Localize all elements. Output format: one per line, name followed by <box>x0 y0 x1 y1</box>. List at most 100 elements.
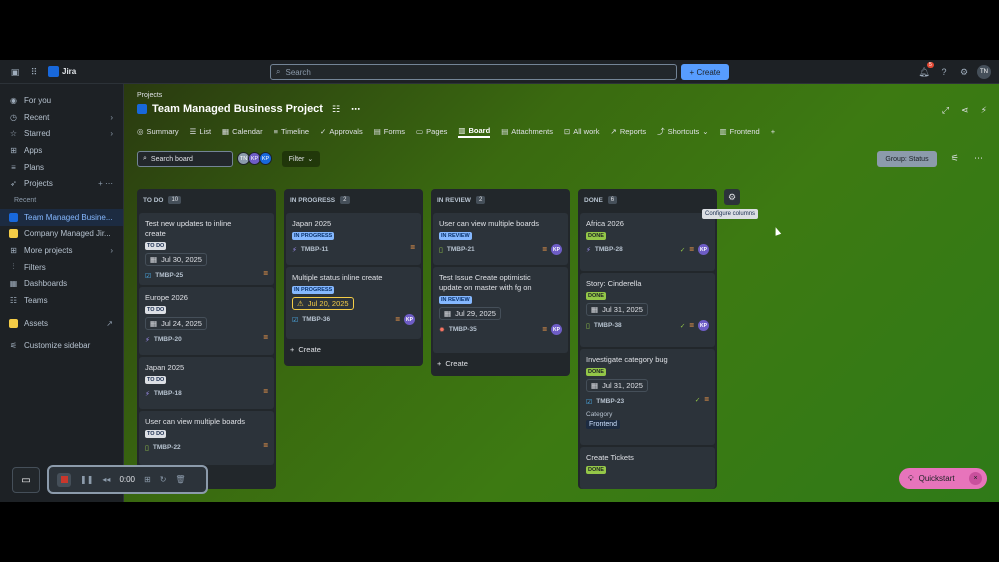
epic-type-icon: ⚡︎ <box>586 246 591 254</box>
tab-frontend[interactable]: ▥ Frontend <box>720 124 760 138</box>
sidebar-item-assets[interactable]: Assets ↗ <box>0 315 123 332</box>
notifications-icon[interactable]: 🔔︎ <box>917 65 931 79</box>
column-header[interactable]: TO DO 10 <box>137 189 276 211</box>
global-search-input[interactable]: ⌕ Search <box>270 64 677 80</box>
tab-icon: ≡ <box>273 126 278 136</box>
group-by-button[interactable]: Group: Status <box>877 151 937 167</box>
sidebar-item-for-you[interactable]: ◉ For you <box>0 92 123 109</box>
tab-icon: ✓ <box>320 126 327 136</box>
tab-forms[interactable]: ▤ Forms <box>374 124 405 138</box>
column-header[interactable]: IN REVIEW 2 <box>431 189 570 211</box>
close-icon[interactable]: × <box>969 472 982 485</box>
breadcrumb[interactable]: Projects <box>137 92 162 99</box>
search-icon: ⌕ <box>276 67 281 76</box>
card-footer-right: = <box>263 388 268 396</box>
automation-icon[interactable]: ⚡︎ <box>981 105 987 116</box>
sidebar-toggle-icon[interactable]: ▣ <box>8 65 22 79</box>
bug-type-icon: ✹ <box>439 326 445 334</box>
settings-gear-icon[interactable]: ⚙ <box>957 65 971 79</box>
tab-calendar[interactable]: ▦ Calendar <box>222 124 263 138</box>
issue-card[interactable]: User can view multiple boards IN REVIEW ▯ T… <box>433 213 568 265</box>
tab-reports[interactable]: ↗ Reports <box>611 124 647 138</box>
quickstart-button[interactable]: 💡︎ Quickstart × <box>899 468 987 489</box>
issue-card[interactable]: Japan 2025 IN PROGRESS ⚡︎ TMBP-11 = <box>286 213 421 265</box>
issue-card[interactable]: Japan 2025 TO DO ⚡︎ TMBP-18 = <box>139 357 274 409</box>
issue-card[interactable]: Europe 2026 TO DO ▦ Jul 24, 2025 ⚡︎ TMBP-20 = <box>139 287 274 355</box>
issue-card[interactable]: Create Tickets DONE <box>580 447 715 489</box>
tab-list[interactable]: ☰ List <box>190 124 211 138</box>
filter-button[interactable]: Filter ⌄ <box>282 151 320 167</box>
sidebar-item-dashboards[interactable]: ▦ Dashboards <box>0 276 123 293</box>
sidebar-item-apps[interactable]: ⊞ Apps <box>0 142 123 159</box>
sidebar-customize[interactable]: ⚟ Customize sidebar <box>0 338 123 355</box>
avatar-filter[interactable]: KP <box>259 152 272 165</box>
grid-icon[interactable]: ⊞ <box>144 475 151 484</box>
due-date-text: Jul 24, 2025 <box>161 319 202 328</box>
card-footer: ▯ TMBP-22 = <box>145 442 268 453</box>
tab-attachments[interactable]: ▤ Attachments <box>501 124 553 138</box>
issue-card[interactable]: Test new updates to inline create TO DO ▦ Ju… <box>139 213 274 285</box>
configure-columns-icon[interactable]: ⚙ <box>724 189 740 205</box>
sidebar-item-starred[interactable]: ☆ Starred › <box>0 125 123 142</box>
team-icon[interactable]: ☷ <box>332 104 340 115</box>
issue-card[interactable]: Investigate category bug DONE ▦ Jul 31, 202… <box>580 349 715 445</box>
app-switcher-icon[interactable]: ⠿ <box>27 65 41 79</box>
more-icon[interactable]: ⋯ <box>974 153 983 164</box>
assignee-avatar[interactable]: KP <box>551 244 562 255</box>
issue-card[interactable]: Africa 2026 DONE ⚡︎ TMBP-28 ✓ = KP <box>580 213 715 271</box>
chevron-right-icon: › <box>110 246 113 256</box>
help-icon[interactable]: ? <box>937 65 951 79</box>
search-board-input[interactable]: ⌕ Search board <box>137 151 233 167</box>
sidebar-item-filters[interactable]: ⫶ Filters <box>0 259 123 276</box>
create-button[interactable]: + Create <box>681 64 729 80</box>
camera-toggle-button[interactable]: ▭ <box>12 467 40 493</box>
create-label: Create <box>298 345 321 354</box>
sidebar-item-label: Teams <box>24 296 48 306</box>
assignee-avatar[interactable]: KP <box>404 314 415 325</box>
restart-icon[interactable]: ↻ <box>160 475 167 484</box>
tab-timeline[interactable]: ≡ Timeline <box>274 124 309 138</box>
assignee-avatar[interactable]: KP <box>698 320 709 331</box>
sidebar-item-plans[interactable]: ≡ Plans <box>0 159 123 176</box>
trash-icon[interactable]: 🗑︎ <box>175 475 185 484</box>
tab-approvals[interactable]: ✓ Approvals <box>320 124 363 138</box>
add-tab-button[interactable]: + <box>771 124 775 138</box>
project-actions-icon[interactable]: + ⋯ <box>98 179 113 188</box>
tab-all-work[interactable]: ⊡ All work <box>564 124 600 138</box>
column-header[interactable]: IN PROGRESS 2 <box>284 189 423 211</box>
card-footer-right: = <box>410 244 415 252</box>
sidebar-item-teams[interactable]: ☷ Teams <box>0 292 123 309</box>
create-issue-button[interactable]: + Create <box>290 345 321 354</box>
sidebar-item-projects[interactable]: ➶ Projects + ⋯ <box>0 175 123 192</box>
card-title: User can view multiple boards <box>145 417 246 426</box>
tab-shortcuts[interactable]: ⤴ Shortcuts ⌄ <box>657 124 708 138</box>
create-issue-button[interactable]: + Create <box>437 359 468 368</box>
tab-pages[interactable]: ▭ Pages <box>416 124 447 138</box>
assignee-avatar[interactable]: KP <box>551 324 562 335</box>
tab-board[interactable]: ▥ Board <box>458 124 491 138</box>
view-settings-icon[interactable]: ⚟ <box>951 153 959 164</box>
more-actions-icon[interactable]: ⋯ <box>351 104 360 115</box>
issue-card[interactable]: Multiple status inline create IN PROGRESS… <box>286 267 421 339</box>
pause-icon[interactable]: ❚❚ <box>80 475 93 484</box>
assignee-avatar[interactable]: KP <box>698 244 709 255</box>
story-type-icon: ▯ <box>439 246 443 254</box>
sidebar-project-team-managed[interactable]: Team Managed Busine... <box>0 208 123 226</box>
card-title: Europe 2026 <box>145 293 188 302</box>
issue-card[interactable]: User can view multiple boards TO DO ▯ TMBP-… <box>139 411 274 465</box>
issue-card[interactable]: Story: Cinderella DONE ▦ Jul 31, 2025 ▯ TMBP-… <box>580 273 715 347</box>
sidebar-more-projects[interactable]: ⊞ More projects › <box>0 242 123 259</box>
tab-summary[interactable]: ◎ Summary <box>137 124 179 138</box>
column-header[interactable]: DONE 6 <box>578 189 717 211</box>
stop-record-button[interactable] <box>57 472 71 487</box>
sidebar-item-recent[interactable]: ◷ Recent › <box>0 109 123 126</box>
card-footer: ⚡︎ TMBP-18 = <box>145 388 268 399</box>
user-avatar[interactable]: TN <box>977 65 991 79</box>
issue-card[interactable]: Test Issue Create optimistic update on ma… <box>433 267 568 353</box>
sidebar-project-company-managed[interactable]: Company Managed Jir... <box>0 226 123 243</box>
share-icon[interactable]: ⋖ <box>961 105 969 116</box>
card-footer-right: ✓ = KP <box>680 320 709 331</box>
jira-logo[interactable]: Jira <box>48 66 76 77</box>
rewind-icon[interactable]: ◂◂ <box>102 475 110 484</box>
expand-icon[interactable]: ⤢ <box>942 105 949 116</box>
